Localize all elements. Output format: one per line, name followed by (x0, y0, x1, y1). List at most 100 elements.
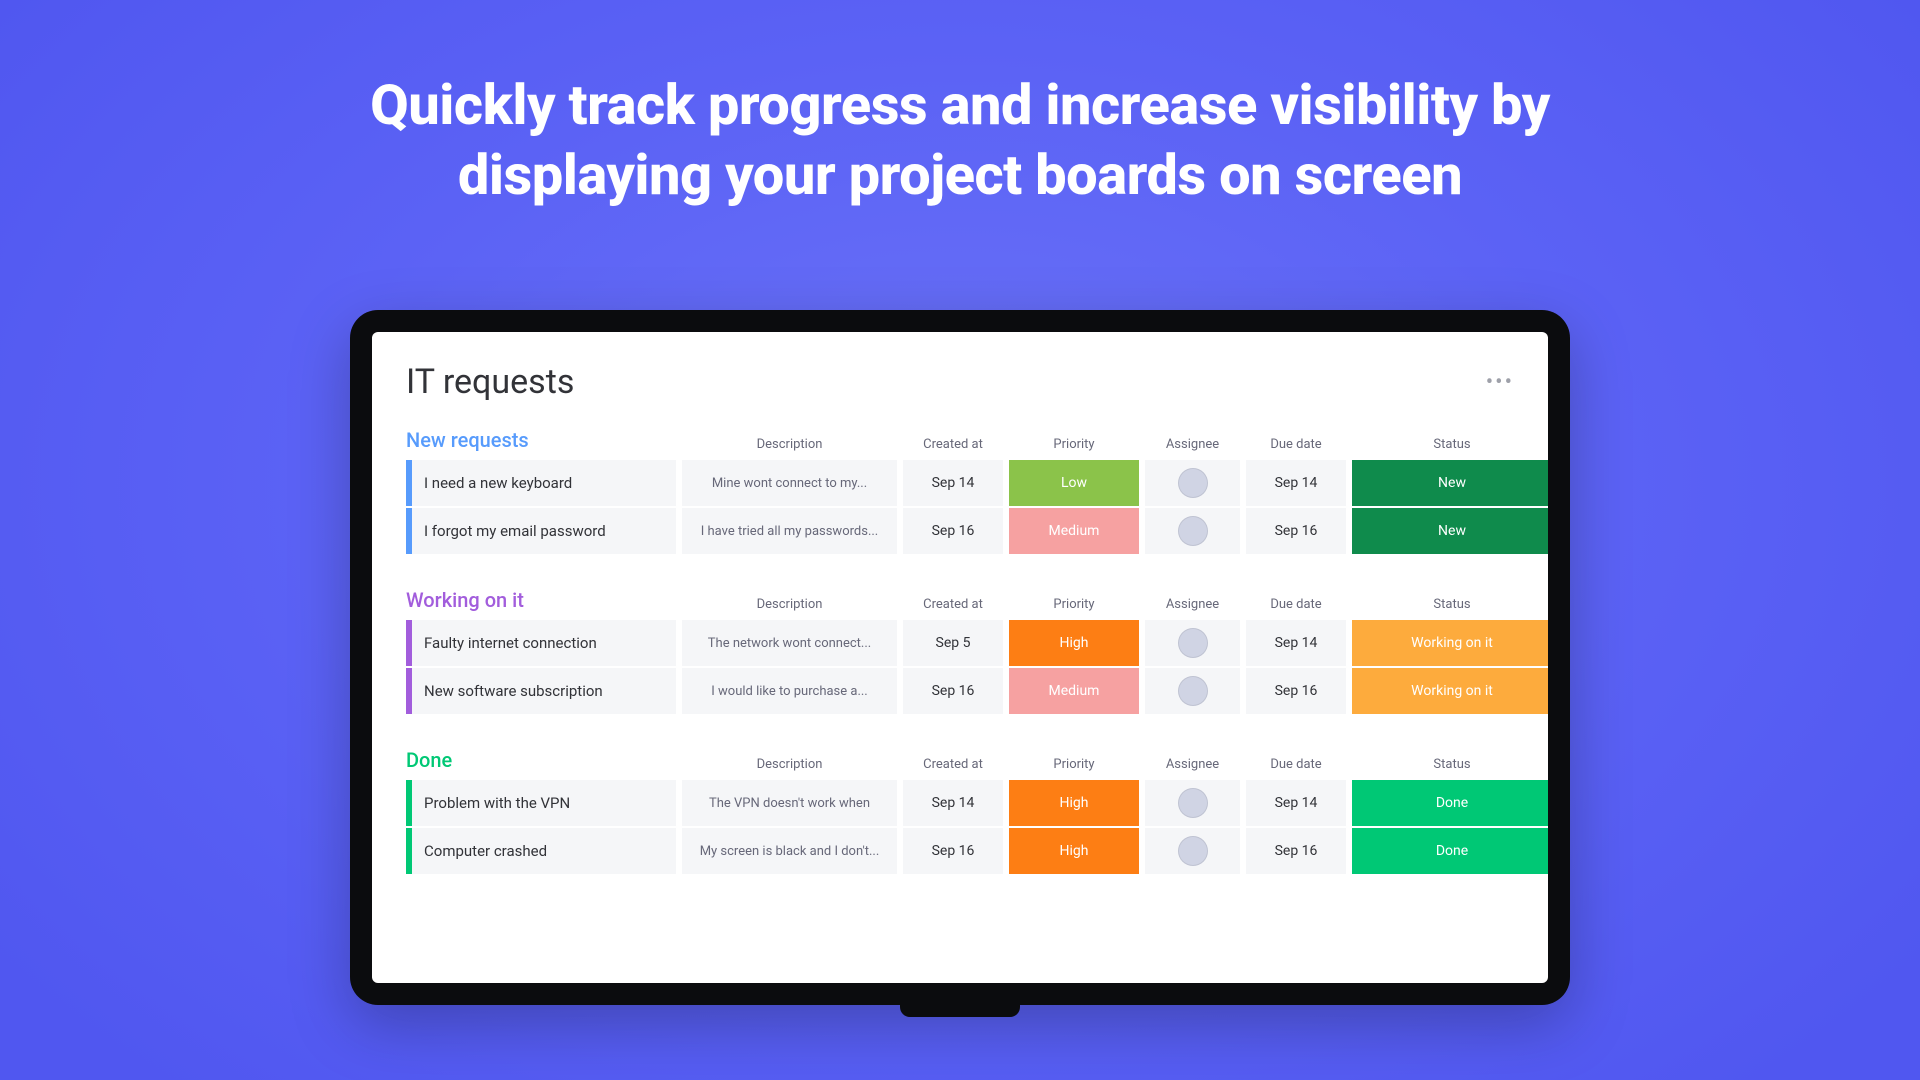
col-due-date: Due date (1246, 437, 1346, 452)
col-description: Description (682, 437, 897, 452)
item-name-cell[interactable]: I need a new keyboard (406, 460, 676, 506)
status-pill: Done (1352, 780, 1548, 826)
group: Working on it Description Created at Pri… (406, 588, 1514, 714)
priority-cell[interactable]: Medium (1009, 668, 1139, 714)
board-screen: IT requests ••• New requests Description… (372, 332, 1548, 983)
created-at-cell[interactable]: Sep 16 (903, 668, 1003, 714)
due-date-cell[interactable]: Sep 14 (1246, 460, 1346, 506)
status-cell[interactable]: New (1352, 460, 1548, 506)
col-description: Description (682, 597, 897, 612)
priority-cell[interactable]: Low (1009, 460, 1139, 506)
group-header: Done Description Created at Priority Ass… (406, 748, 1514, 772)
col-assignee: Assignee (1145, 437, 1240, 452)
group-name[interactable]: Done (406, 748, 676, 772)
col-status: Status (1352, 597, 1548, 612)
description-cell[interactable]: The network wont connect... (682, 620, 897, 666)
table-row[interactable]: New software subscription I would like t… (406, 668, 1514, 714)
priority-pill: High (1009, 620, 1139, 666)
due-date-cell[interactable]: Sep 16 (1246, 508, 1346, 554)
avatar (1178, 468, 1208, 498)
created-at-cell[interactable]: Sep 16 (903, 508, 1003, 554)
priority-cell[interactable]: High (1009, 620, 1139, 666)
group-header: Working on it Description Created at Pri… (406, 588, 1514, 612)
priority-pill: Medium (1009, 508, 1139, 554)
created-at-cell[interactable]: Sep 5 (903, 620, 1003, 666)
due-date-cell[interactable]: Sep 14 (1246, 620, 1346, 666)
status-pill: Working on it (1352, 620, 1548, 666)
group: New requests Description Created at Prio… (406, 428, 1514, 554)
priority-pill: Medium (1009, 668, 1139, 714)
col-priority: Priority (1009, 597, 1139, 612)
assignee-cell[interactable] (1145, 668, 1240, 714)
priority-pill: High (1009, 780, 1139, 826)
status-pill: New (1352, 508, 1548, 554)
status-cell[interactable]: Working on it (1352, 620, 1548, 666)
assignee-cell[interactable] (1145, 508, 1240, 554)
col-created-at: Created at (903, 757, 1003, 772)
assignee-cell[interactable] (1145, 780, 1240, 826)
description-cell[interactable]: The VPN doesn't work when (682, 780, 897, 826)
group-header: New requests Description Created at Prio… (406, 428, 1514, 452)
created-at-cell[interactable]: Sep 16 (903, 828, 1003, 874)
priority-cell[interactable]: High (1009, 828, 1139, 874)
avatar (1178, 788, 1208, 818)
table-row[interactable]: Problem with the VPN The VPN doesn't wor… (406, 780, 1514, 826)
col-created-at: Created at (903, 597, 1003, 612)
col-priority: Priority (1009, 437, 1139, 452)
status-cell[interactable]: Working on it (1352, 668, 1548, 714)
col-assignee: Assignee (1145, 757, 1240, 772)
monitor-frame: IT requests ••• New requests Description… (350, 310, 1570, 1005)
avatar (1178, 628, 1208, 658)
col-created-at: Created at (903, 437, 1003, 452)
status-pill: Done (1352, 828, 1548, 874)
priority-cell[interactable]: Medium (1009, 508, 1139, 554)
table-row[interactable]: I forgot my email password I have tried … (406, 508, 1514, 554)
col-description: Description (682, 757, 897, 772)
board-title: IT requests (406, 362, 574, 402)
group: Done Description Created at Priority Ass… (406, 748, 1514, 874)
description-cell[interactable]: Mine wont connect to my... (682, 460, 897, 506)
col-status: Status (1352, 437, 1548, 452)
created-at-cell[interactable]: Sep 14 (903, 460, 1003, 506)
avatar (1178, 676, 1208, 706)
due-date-cell[interactable]: Sep 14 (1246, 780, 1346, 826)
avatar (1178, 836, 1208, 866)
assignee-cell[interactable] (1145, 620, 1240, 666)
assignee-cell[interactable] (1145, 828, 1240, 874)
item-name-cell[interactable]: New software subscription (406, 668, 676, 714)
avatar (1178, 516, 1208, 546)
status-cell[interactable]: Done (1352, 828, 1548, 874)
created-at-cell[interactable]: Sep 14 (903, 780, 1003, 826)
col-priority: Priority (1009, 757, 1139, 772)
table-row[interactable]: I need a new keyboard Mine wont connect … (406, 460, 1514, 506)
table-row[interactable]: Faulty internet connection The network w… (406, 620, 1514, 666)
priority-pill: High (1009, 828, 1139, 874)
due-date-cell[interactable]: Sep 16 (1246, 828, 1346, 874)
description-cell[interactable]: I have tried all my passwords... (682, 508, 897, 554)
more-icon[interactable]: ••• (1486, 370, 1514, 395)
hero-heading: Quickly track progress and increase visi… (0, 0, 1920, 210)
priority-pill: Low (1009, 460, 1139, 506)
hero-line-1: Quickly track progress and increase visi… (200, 70, 1720, 140)
table-row[interactable]: Computer crashed My screen is black and … (406, 828, 1514, 874)
status-pill: Working on it (1352, 668, 1548, 714)
group-name[interactable]: New requests (406, 428, 676, 452)
item-name-cell[interactable]: I forgot my email password (406, 508, 676, 554)
status-cell[interactable]: New (1352, 508, 1548, 554)
col-due-date: Due date (1246, 597, 1346, 612)
col-status: Status (1352, 757, 1548, 772)
description-cell[interactable]: My screen is black and I don't... (682, 828, 897, 874)
col-assignee: Assignee (1145, 597, 1240, 612)
status-pill: New (1352, 460, 1548, 506)
hero-line-2: displaying your project boards on screen (200, 140, 1720, 210)
col-due-date: Due date (1246, 757, 1346, 772)
status-cell[interactable]: Done (1352, 780, 1548, 826)
assignee-cell[interactable] (1145, 460, 1240, 506)
description-cell[interactable]: I would like to purchase a... (682, 668, 897, 714)
due-date-cell[interactable]: Sep 16 (1246, 668, 1346, 714)
group-name[interactable]: Working on it (406, 588, 676, 612)
item-name-cell[interactable]: Computer crashed (406, 828, 676, 874)
item-name-cell[interactable]: Faulty internet connection (406, 620, 676, 666)
item-name-cell[interactable]: Problem with the VPN (406, 780, 676, 826)
priority-cell[interactable]: High (1009, 780, 1139, 826)
